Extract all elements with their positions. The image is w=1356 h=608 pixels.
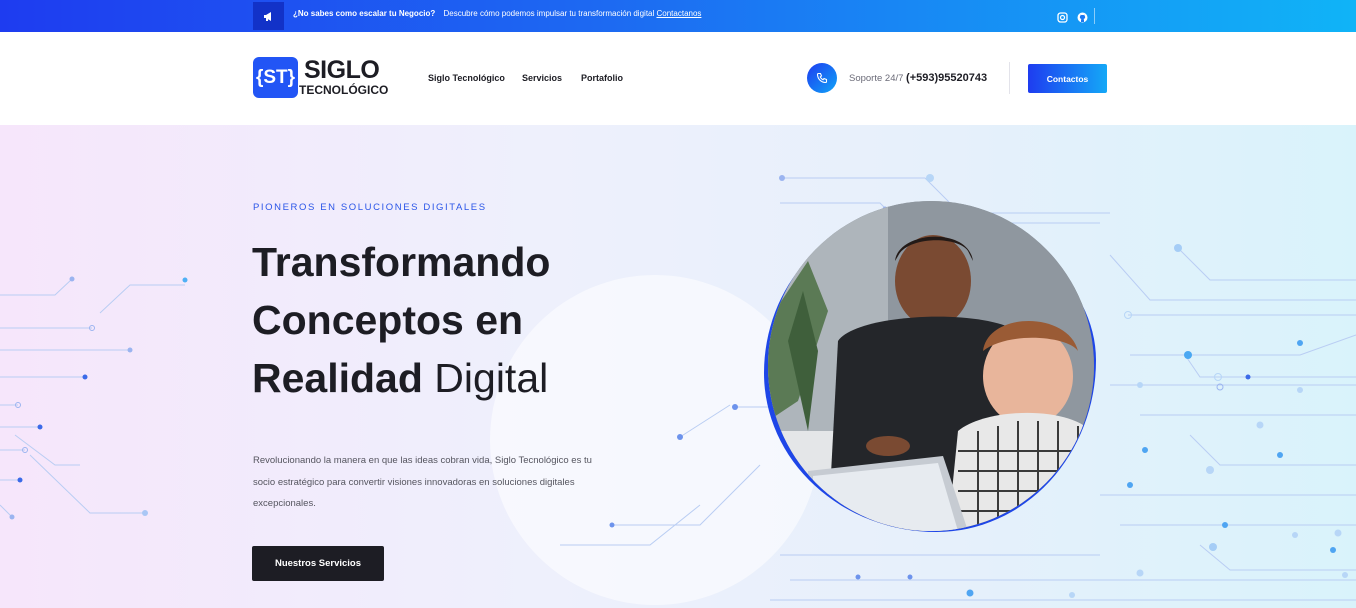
hero-section: PIONEROS EN SOLUCIONES DIGITALES Transfo… — [0, 125, 1356, 608]
header-divider — [1009, 62, 1010, 94]
hero-title-bold-word: Realidad — [252, 355, 423, 401]
support-label: Soporte 24/7 — [849, 73, 904, 84]
nav-item-siglo-tecnologico[interactable]: Siglo Tecnológico — [428, 73, 505, 83]
nav-item-portafolio[interactable]: Portafolio — [581, 73, 623, 83]
social-links — [1057, 10, 1088, 28]
topbar-divider — [1094, 8, 1095, 24]
services-button[interactable]: Nuestros Servicios — [252, 546, 384, 581]
contact-button[interactable]: Contactos — [1028, 64, 1107, 93]
phone-icon[interactable] — [807, 63, 837, 93]
megaphone-icon — [253, 2, 284, 30]
contact-link[interactable]: Contactanos — [657, 9, 702, 18]
hero-title-line-3: Realidad Digital — [252, 349, 652, 407]
nav-item-servicios[interactable]: Servicios — [522, 73, 562, 83]
site-header — [0, 32, 1356, 125]
hero-title-line-2: Conceptos en — [252, 297, 524, 343]
logo-title[interactable]: SIGLO — [304, 56, 380, 85]
circuit-lines-decoration — [0, 174, 1356, 601]
logo-subtitle[interactable]: TECNOLÓGICO — [299, 83, 388, 97]
hero-title: Transformando Conceptos en Realidad Digi… — [252, 233, 652, 407]
hero-photo — [768, 201, 1094, 531]
logo-mark[interactable]: {ST} — [253, 57, 298, 98]
hero-title-line-1: Transformando — [252, 239, 551, 285]
announcement-bar: ¿No sabes como escalar tu Negocio? Descu… — [0, 0, 1356, 32]
support-phone[interactable]: (+593)95520743 — [906, 72, 987, 84]
announcement-text: ¿No sabes como escalar tu Negocio? Descu… — [293, 9, 701, 18]
announcement-message: Descubre cómo podemos impulsar tu transf… — [443, 9, 655, 18]
github-icon[interactable] — [1077, 10, 1088, 28]
announcement-question: ¿No sabes como escalar tu Negocio? — [293, 9, 436, 18]
support-info: Soporte 24/7 (+593)95520743 — [849, 72, 987, 84]
instagram-icon[interactable] — [1057, 10, 1068, 28]
hero-description: Revolucionando la manera en que las idea… — [253, 455, 592, 509]
hero-photo-illustration — [768, 201, 1094, 531]
hero-kicker: PIONEROS EN SOLUCIONES DIGITALES — [253, 202, 487, 213]
hero-title-light-word: Digital — [434, 355, 549, 401]
